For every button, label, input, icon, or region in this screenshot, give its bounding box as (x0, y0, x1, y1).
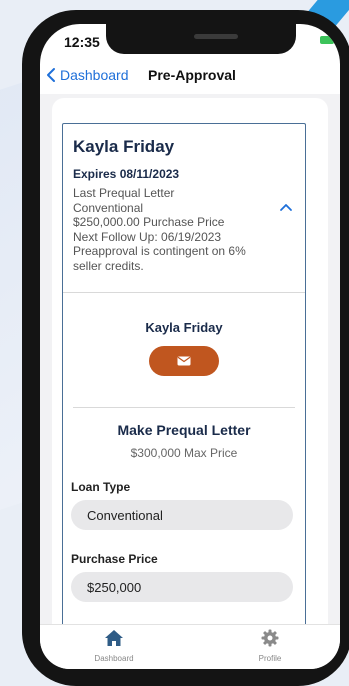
tab-label: Dashboard (94, 654, 134, 663)
email-button[interactable] (149, 346, 219, 376)
page-title: Pre-Approval (148, 67, 236, 83)
info-line: Next Follow Up: 06/19/2023 (73, 229, 222, 244)
loan-type-field[interactable]: Conventional (71, 500, 293, 530)
expires-date: Expires 08/11/2023 (73, 167, 180, 181)
pre-approval-card: Kayla Friday Expires 08/11/2023 Last Pre… (52, 98, 328, 634)
back-label: Dashboard (60, 67, 129, 83)
info-line: Last Prequal Letter (73, 186, 175, 200)
screen: 12:35 Dashboard Pre-Approval Kayla Frida… (40, 24, 340, 669)
contact-name: Kayla Friday (145, 320, 223, 335)
status-time: 12:35 (64, 34, 100, 50)
divider (73, 407, 295, 408)
divider (63, 292, 305, 293)
loan-type-value: Conventional (87, 507, 163, 523)
content-area: Kayla Friday Expires 08/11/2023 Last Pre… (40, 94, 340, 634)
chevron-up-icon[interactable] (279, 202, 293, 212)
home-icon (105, 630, 123, 646)
client-name: Kayla Friday (73, 137, 175, 156)
max-price: $300,000 Max Price (130, 446, 238, 460)
info-line: Conventional (73, 200, 144, 215)
loan-type-label: Loan Type (71, 480, 131, 494)
envelope-icon (177, 356, 191, 366)
tab-profile[interactable]: Profile (230, 629, 310, 663)
purchase-price-label: Purchase Price (71, 552, 158, 566)
tab-bar: Dashboard Profile (40, 624, 340, 669)
info-line: $250,000.00 Purchase Price (73, 215, 225, 230)
client-info: Last Prequal Letter Conventional $250,00… (73, 186, 273, 274)
battery-icon (320, 36, 334, 44)
purchase-price-field[interactable]: $250,000 (71, 572, 293, 602)
info-line: seller credits. (73, 258, 144, 273)
prequal-title: Make Prequal Letter (117, 422, 251, 438)
notch (106, 24, 296, 54)
gear-icon (261, 629, 279, 647)
purchase-price-value: $250,000 (87, 579, 142, 595)
back-button[interactable]: Dashboard (44, 67, 129, 83)
nav-bar: Dashboard Pre-Approval (40, 64, 340, 90)
tab-dashboard[interactable]: Dashboard (74, 629, 154, 663)
info-line: Preapproval is contingent on 6% (73, 244, 246, 259)
tab-label: Profile (258, 654, 282, 663)
client-panel: Kayla Friday Expires 08/11/2023 Last Pre… (62, 123, 306, 634)
chevron-left-icon (47, 68, 55, 82)
